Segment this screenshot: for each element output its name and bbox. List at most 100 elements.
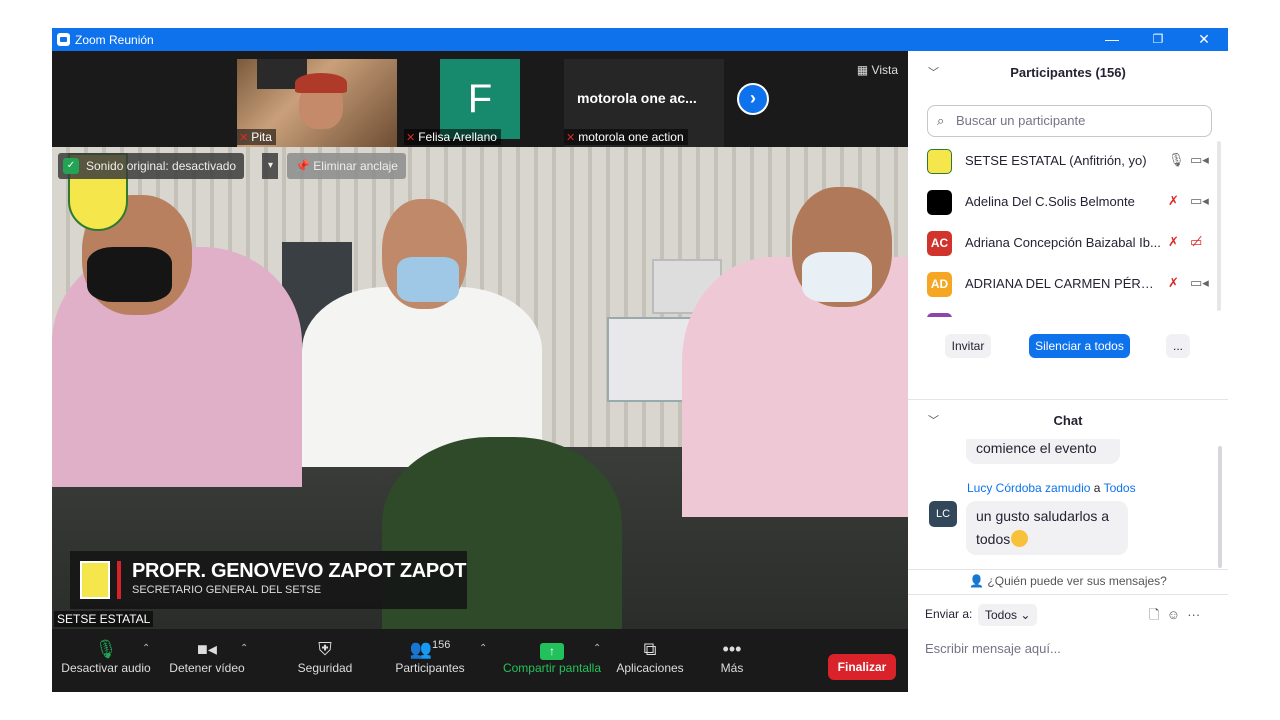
white-mask <box>802 252 872 302</box>
avatar <box>927 190 952 215</box>
unpin-button[interactable]: 📌 Eliminar anclaje <box>287 153 406 179</box>
avatar: AC <box>927 231 952 256</box>
more-dots-icon[interactable]: ··· <box>1187 607 1200 622</box>
mute-audio-button[interactable]: 🎙 Desactivar audio <box>60 629 152 692</box>
black-mask <box>87 247 172 302</box>
participant-row[interactable]: SETSE ESTATAL (Anfitrión, yo) 🎙 ▭◂ <box>908 141 1218 182</box>
who-can-see-link[interactable]: 👤 ¿Quién puede ver sus mensajes? <box>908 574 1228 588</box>
restore-button[interactable]: ❐ <box>1135 28 1181 51</box>
participants-actions: Invitar Silenciar a todos ... <box>908 331 1228 371</box>
mic-muted-icon: ✕ <box>239 132 249 144</box>
shield-icon: ⛨ <box>318 639 332 659</box>
chat-header: ﹀ Chat <box>908 401 1228 441</box>
security-button[interactable]: ⛨ Seguridad <box>292 629 358 692</box>
thumb-label-felisa: ✕ Felisa Arellano <box>404 129 501 145</box>
audio-options-caret[interactable]: ⌃ <box>142 643 150 654</box>
window-title: Zoom Reunión <box>75 33 154 47</box>
avatar: F <box>440 59 520 139</box>
meeting-toolbar: 🎙 Desactivar audio ⌃ ■◂ Detener vídeo ⌃ … <box>52 629 908 692</box>
video-camera-icon: ▭◂ <box>1190 275 1209 290</box>
mic-muted-icon[interactable]: ✗ <box>1168 234 1179 250</box>
invite-button[interactable]: Invitar <box>945 334 991 358</box>
video-options-caret[interactable]: ⌃ <box>240 643 248 654</box>
speaker-name-tag: SETSE ESTATAL <box>54 611 154 627</box>
caption-red-bar <box>117 561 121 599</box>
participant-row[interactable]: Adelina Del C.Solis Belmonte ✗ ▭◂ <box>908 182 1218 223</box>
apps-button[interactable]: ⧉ Aplicaciones <box>614 629 686 692</box>
search-icon: ⌕ <box>937 113 945 128</box>
more-dots-icon: ••• <box>722 639 742 659</box>
share-screen-button[interactable]: ↑ Compartir pantalla <box>500 629 604 692</box>
participants-list: SETSE ESTATAL (Anfitrión, yo) 🎙 ▭◂ Adeli… <box>908 141 1228 317</box>
chat-scrollbar[interactable] <box>1218 446 1222 568</box>
thumbnail-motorola[interactable]: motorola one ac... ✕ motorola one action <box>564 59 724 147</box>
stop-video-button[interactable]: ■◂ Detener vídeo <box>167 629 247 692</box>
participant-row[interactable] <box>908 305 1218 317</box>
mic-muted-icon[interactable]: ✗ <box>1168 275 1179 291</box>
chevron-down-icon[interactable]: ﹀ <box>928 51 939 95</box>
share-arrow-icon: ↑ <box>500 629 604 661</box>
setse-caption-logo <box>80 561 110 599</box>
mic-muted-icon[interactable]: ✗ <box>1168 193 1179 209</box>
zoom-app-icon <box>57 33 70 46</box>
divider <box>908 399 1228 400</box>
caption-role: SECRETARIO GENERAL DEL SETSE <box>132 584 322 596</box>
chevron-down-icon: ⌄ <box>1020 608 1031 622</box>
emoji-icon[interactable]: ☺ <box>1167 607 1180 622</box>
next-page-button[interactable]: › <box>737 83 769 115</box>
avatar: AD <box>927 272 952 297</box>
people-icon: 👥156 <box>409 639 451 659</box>
smiley-emoji-icon <box>1011 530 1029 547</box>
grid-icon: ▦ <box>856 63 872 77</box>
mic-muted-icon: ✕ <box>566 132 576 144</box>
more-button[interactable]: ••• Más <box>712 629 752 692</box>
divider <box>908 569 1228 570</box>
microphone-icon[interactable]: 🎙 <box>1168 152 1185 168</box>
person-lock-icon: 👤 <box>969 574 988 588</box>
thumb-label-pita: ✕ Pita <box>237 129 276 145</box>
thumbnail-strip: ✕ Pita F ✕ Felisa Arellano motorola one ac… <box>52 51 908 147</box>
participant-row[interactable]: AC Adriana Concepción Baizabal Ib... ✗ ▭… <box>908 223 1218 264</box>
participant-search-input[interactable]: ⌕ Buscar un participante <box>927 105 1212 137</box>
video-off-icon: ▭̸ <box>1190 234 1203 249</box>
participants-count: 156 <box>432 639 451 651</box>
apps-icon: ⧉ <box>643 639 657 659</box>
chat-message-input[interactable]: Escribir mensaje aquí... <box>925 641 1061 656</box>
send-to-dropdown[interactable]: Todos ⌄ <box>978 604 1038 626</box>
chevron-down-icon[interactable]: ﹀ <box>928 401 939 441</box>
recipient-name[interactable]: Todos <box>1104 481 1136 495</box>
shield-check-icon: ✓ <box>63 158 79 174</box>
video-area: ✕ Pita F ✕ Felisa Arellano motorola one ac… <box>52 51 908 692</box>
view-button[interactable]: ▦ Vista <box>857 63 898 77</box>
thumb-label-motorola: ✕ motorola one action <box>564 129 688 145</box>
chat-sender-line: Lucy Córdoba zamudio a Todos <box>967 481 1136 495</box>
thumbnail-felisa[interactable]: F ✕ Felisa Arellano <box>404 59 564 147</box>
close-button[interactable]: ✕ <box>1181 28 1227 51</box>
chat-messages: comience el evento Lucy Córdoba zamudio … <box>908 439 1228 567</box>
participants-options-caret[interactable]: ⌃ <box>479 643 487 654</box>
share-options-caret[interactable]: ⌃ <box>593 643 601 654</box>
file-icon[interactable]: 🗋 <box>1149 607 1159 622</box>
chat-message: comience el evento <box>966 439 1120 464</box>
hair-shape <box>295 73 347 93</box>
divider <box>908 594 1228 595</box>
video-camera-icon: ■◂ <box>197 639 217 659</box>
chat-tools: 🗋 ☺ ··· <box>1149 606 1200 628</box>
sender-name[interactable]: Lucy Córdoba zamudio <box>967 481 1090 495</box>
original-sound-button[interactable]: ✓ Sonido original: desactivado <box>58 153 245 179</box>
sound-options-caret[interactable]: ▾ <box>262 153 278 179</box>
side-panel: ﹀ Participantes (156) ⌕ Buscar un partic… <box>908 51 1228 692</box>
participant-row[interactable]: AD ADRIANA DEL CARMEN PÉREZ ... ✗ ▭◂ <box>908 264 1218 305</box>
blue-mask <box>397 257 459 302</box>
participants-button[interactable]: 👥156 Participantes <box>392 629 468 692</box>
end-meeting-button[interactable]: Finalizar <box>828 654 896 680</box>
avatar <box>927 149 952 174</box>
participants-more-button[interactable]: ... <box>1166 334 1190 358</box>
title-bar: Zoom Reunión — ❐ ✕ <box>52 28 1228 51</box>
thumbnail-pita[interactable]: ✕ Pita <box>237 59 397 147</box>
microphone-icon: 🎙 <box>94 639 118 659</box>
minimize-button[interactable]: — <box>1089 28 1135 51</box>
send-to-label: Enviar a: <box>925 607 973 621</box>
mute-all-button[interactable]: Silenciar a todos <box>1029 334 1130 358</box>
participants-header: ﹀ Participantes (156) <box>908 51 1228 95</box>
